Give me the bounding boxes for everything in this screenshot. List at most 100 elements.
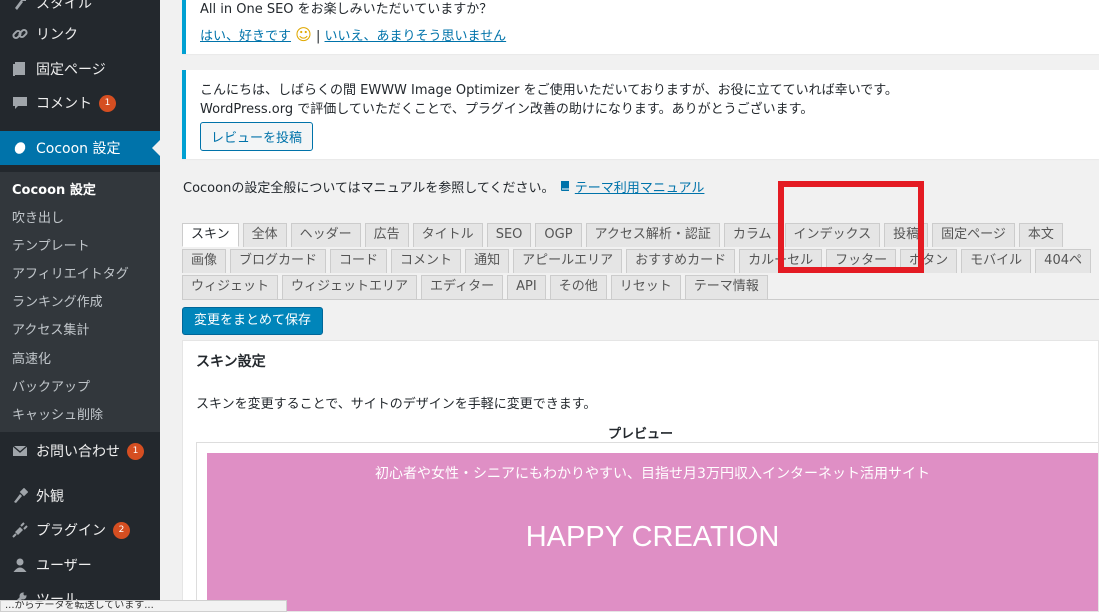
preview-site-title: HAPPY CREATION (525, 521, 780, 553)
menu-label: ユーザー (36, 558, 92, 574)
menu-label: コメント (36, 96, 92, 112)
tab-row3-6[interactable]: テーマ情報 (684, 275, 768, 299)
plugin-icon (10, 520, 30, 540)
mail-icon (10, 441, 30, 461)
tab-row2-2[interactable]: コード (330, 249, 388, 273)
menu-label: 固定ページ (36, 62, 106, 78)
menu-label: スタイル (36, 0, 92, 12)
tab-row1-3[interactable]: 広告 (364, 223, 409, 247)
tab-row1-6[interactable]: OGP (535, 223, 582, 247)
submenu-cache-clear[interactable]: キャッシュ削除 (12, 404, 103, 423)
manual-reference: Cocoonの設定全般についてはマニュアルを参照してください。 テーマ利用マニュ… (183, 177, 704, 196)
tab-row3-0[interactable]: ウィジェット (182, 275, 279, 299)
menu-label: お問い合わせ (36, 444, 120, 460)
menu-cocoon-settings[interactable]: Cocoon 設定 (0, 131, 160, 165)
tab-row3-2[interactable]: エディター (421, 275, 504, 299)
smiley-icon: ☺ (295, 25, 312, 44)
menu-label: Cocoon 設定 (36, 141, 121, 157)
tab-row2-9[interactable]: ボタン (900, 249, 958, 273)
review-button[interactable]: レビューを投稿 (200, 122, 314, 151)
tab-row2-8[interactable]: フッター (826, 249, 897, 273)
tab-row2-0[interactable]: 画像 (182, 249, 227, 273)
settings-tabs-row-1: スキン 全体 ヘッダー 広告 タイトル SEO OGP アクセス解析・認証 カラム インデックス投… (182, 223, 1067, 248)
save-all-button[interactable]: 変更をまとめて保存 (182, 307, 324, 335)
submenu-affiliate-tag[interactable]: アフィリエイトタグ (12, 263, 129, 282)
menu-comments[interactable]: コメント 1 (0, 86, 160, 120)
tab-row3-1[interactable]: ウィジェットエリア (282, 275, 418, 299)
tab-row2-11[interactable]: 404ペ (1035, 249, 1091, 273)
tab-row1-8[interactable]: カラム (723, 223, 781, 247)
tab-row2-1[interactable]: ブログカード (230, 249, 327, 273)
tab-row2-7[interactable]: カルーセル (739, 249, 823, 273)
tab-row2-10[interactable]: モバイル (961, 249, 1032, 273)
submenu-backup[interactable]: バックアップ (12, 376, 90, 395)
menu-links[interactable]: リンク (0, 17, 160, 51)
submenu-access-stats[interactable]: アクセス集計 (12, 319, 89, 338)
notice-question: All in One SEO をお楽しみいただいていますか？ (200, 2, 493, 17)
ewww-review-notice: こんにちは、しばらくの間 EWWW Image Optimizer をご使用いた… (182, 70, 1099, 159)
panel-title: スキン設定 (196, 354, 266, 370)
settings-tabs-row-2: 画像 ブログカード コード コメント 通知 アピールエリア おすすめカード カルーセル フッター… (182, 249, 1095, 274)
tab-row1-10[interactable]: 投稿 (884, 223, 929, 247)
skin-settings-panel: スキン設定 スキンを変更することで、サイトのデザインを手軽に変更できます。 プレ… (182, 340, 1099, 612)
menu-plugins[interactable]: プラグイン 2 (0, 513, 160, 547)
settings-tabs-row-3: ウィジェット ウィジェットエリア エディター API その他 リセット テーマ情報 (182, 275, 772, 300)
tab-row1-2[interactable]: ヘッダー (290, 223, 361, 247)
panel-description: スキンを変更することで、サイトのデザインを手軽に変更できます。 (196, 397, 597, 412)
notice-line-1: こんにちは、しばらくの間 EWWW Image Optimizer をご使用いた… (200, 83, 898, 98)
brush-icon (10, 0, 30, 13)
notice-line-2: WordPress.org で評価していただくことで、プラグイン改善の助けになり… (200, 102, 814, 117)
brush-icon (10, 486, 30, 506)
tab-row2-3[interactable]: コメント (391, 249, 462, 273)
notice-no-link[interactable]: いいえ、あまりそう思いません (325, 29, 507, 44)
tab-row3-3[interactable]: API (507, 275, 546, 299)
tab-row1-0[interactable]: スキン (182, 223, 239, 247)
submenu-balloon[interactable]: 吹き出し (12, 207, 64, 226)
link-icon (10, 24, 30, 44)
submenu-speedup[interactable]: 高速化 (12, 348, 51, 367)
menu-contact[interactable]: お問い合わせ 1 (0, 434, 160, 468)
menu-appearance[interactable]: 外観 (0, 479, 160, 513)
manual-link[interactable]: テーマ利用マニュアル (575, 181, 705, 196)
cocoon-icon (10, 138, 30, 158)
tab-row2-6[interactable]: おすすめカード (626, 249, 736, 273)
tabs-divider (182, 299, 1099, 300)
tab-row3-5[interactable]: リセット (610, 275, 681, 299)
menu-label: プラグイン (36, 523, 106, 539)
book-icon (559, 181, 575, 196)
tab-row1-12[interactable]: 本文 (1018, 223, 1063, 247)
aioseo-feedback-notice: All in One SEO をお楽しみいただいていますか？ はい、好きです ☺… (182, 0, 1099, 54)
user-icon (10, 555, 30, 575)
notice-yes-link[interactable]: はい、好きです (200, 29, 291, 44)
admin-sidebar: スタイル リンク 固定ページ コメント 1 Cocoon 設定 Cocoon 設… (0, 0, 160, 612)
preview-label: プレビュー (607, 427, 673, 442)
preview-tagline: 初心者や女性・シニアにもわかりやすい、目指せ月3万円収入インターネット活用サイト (375, 466, 930, 482)
submenu-cocoon-settings[interactable]: Cocoon 設定 (12, 179, 96, 198)
tab-row1-11[interactable]: 固定ページ (932, 223, 1015, 247)
menu-label: リンク (36, 27, 78, 43)
comment-icon (10, 93, 30, 113)
plugins-count-badge: 2 (113, 521, 130, 539)
menu-label: 外観 (36, 489, 64, 505)
notice-separator: | (315, 29, 321, 44)
tab-row2-5[interactable]: アピールエリア (513, 249, 623, 273)
browser-status-bar: ...からデータを転送しています... (0, 600, 287, 612)
tab-row3-4[interactable]: その他 (549, 275, 607, 299)
tab-row1-5[interactable]: SEO (486, 223, 532, 247)
tab-row1-7[interactable]: アクセス解析・認証 (585, 223, 720, 247)
manual-text: Cocoonの設定全般についてはマニュアルを参照してください。 (183, 181, 555, 196)
tab-row2-4[interactable]: 通知 (465, 249, 510, 273)
menu-users[interactable]: ユーザー (0, 548, 160, 582)
contact-count-badge: 1 (127, 442, 144, 460)
page-icon (10, 59, 30, 79)
tab-row1-1[interactable]: 全体 (242, 223, 287, 247)
menu-pages[interactable]: 固定ページ (0, 52, 160, 86)
comments-count-badge: 1 (99, 94, 116, 112)
skin-preview: 初心者や女性・シニアにもわかりやすい、目指せ月3万円収入インターネット活用サイト… (196, 442, 1098, 611)
submenu-template[interactable]: テンプレート (12, 235, 90, 254)
cocoon-submenu: Cocoon 設定 吹き出し テンプレート アフィリエイトタグ ランキング作成 … (0, 172, 160, 432)
submenu-ranking[interactable]: ランキング作成 (12, 291, 103, 310)
tab-row1-9[interactable]: インデックス (784, 223, 881, 247)
preview-site-header: 初心者や女性・シニアにもわかりやすい、目指せ月3万円収入インターネット活用サイト… (207, 453, 1098, 611)
tab-row1-4[interactable]: タイトル (412, 223, 483, 247)
